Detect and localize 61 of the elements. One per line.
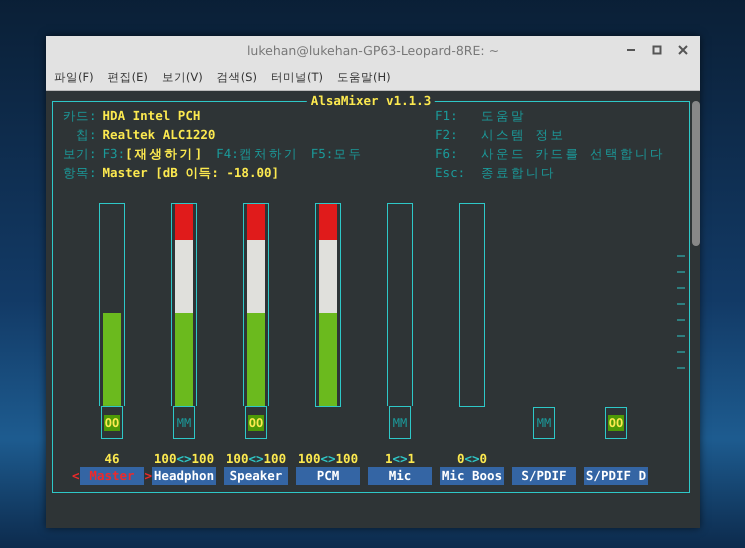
switch-state: OO [608, 415, 624, 431]
selection-mark: < [72, 467, 80, 485]
volume-meter[interactable] [459, 203, 485, 407]
volume-value: 46 [104, 451, 120, 466]
key-description: 도움말 [481, 108, 528, 125]
channel-label[interactable]: Speaker [224, 467, 288, 485]
volume-meter[interactable] [243, 203, 269, 406]
info-value: Master [dB 이득: -18.00] [102, 165, 280, 182]
switch-state: OO [248, 414, 264, 431]
view-option[interactable]: [재생하기] [125, 146, 204, 161]
switch-state: MM [392, 414, 408, 431]
channel-label[interactable]: PCM [296, 467, 360, 485]
window-title: lukehan@lukehan-GP63-Leopard-8RE: ~ [246, 42, 500, 58]
mute-switch[interactable]: MM [533, 407, 555, 439]
menu-item[interactable]: 검색(S) [216, 70, 257, 84]
volume-meter[interactable] [99, 203, 125, 406]
menu-item[interactable]: 편집(E) [108, 70, 148, 84]
scrollbar[interactable] [692, 101, 700, 246]
channel-label[interactable]: Mic [368, 467, 432, 485]
view-option[interactable]: 모두 [333, 146, 364, 161]
volume-meter[interactable] [171, 203, 197, 406]
key-hint: Esc: [435, 165, 466, 182]
channel-label[interactable]: Mic Boos [440, 467, 504, 485]
channel-label[interactable]: Headphon [152, 467, 216, 485]
volume-value: 1<>1 [384, 451, 416, 466]
selection-mark: > [144, 467, 152, 485]
function-key: F3: [102, 146, 126, 161]
volume-value: 0<>0 [456, 451, 488, 466]
volume-value: 100<>100 [226, 451, 286, 466]
maximize-icon[interactable] [652, 45, 662, 55]
key-description: 시스템 정보 [481, 127, 567, 144]
channel-label[interactable]: S/PDIF [512, 467, 576, 485]
volume-value: 100<>100 [298, 451, 358, 466]
volume-meter[interactable] [315, 203, 341, 407]
switch-state: OO [104, 414, 120, 431]
channel-label[interactable]: S/PDIF D [584, 467, 648, 485]
switch-state: MM [536, 415, 552, 431]
menu-item[interactable]: 도움말(H) [336, 70, 391, 84]
key-hint: F6: [435, 146, 458, 163]
menu-item[interactable]: 파일(F) [54, 70, 94, 84]
info-value: Realtek ALC1220 [102, 127, 216, 144]
mute-switch[interactable]: MM [389, 406, 411, 439]
key-hint: F1: [435, 108, 458, 125]
info-label: 카드: [63, 108, 97, 125]
info-label: 칩: [76, 127, 97, 144]
info-value: HDA Intel PCH [102, 108, 202, 125]
key-description: 종료합니다 [481, 165, 558, 182]
switch-state: MM [176, 414, 192, 431]
volume-meter[interactable] [387, 203, 413, 406]
info-label: 항목: [63, 165, 97, 182]
key-description: 사운드 카드를 선택합니다 [481, 146, 666, 163]
key-hint: F2: [435, 127, 458, 144]
menu-item[interactable]: 터미널(T) [270, 70, 323, 84]
function-key: F5: [310, 146, 334, 161]
mute-switch[interactable]: MM [173, 406, 195, 439]
menu-item[interactable]: 보기(V) [162, 70, 203, 84]
view-option[interactable]: 캡처하기 [238, 146, 299, 161]
function-key: F4: [216, 146, 239, 161]
close-icon[interactable] [678, 45, 688, 55]
info-label: 보기: [63, 146, 97, 163]
volume-value: 100<>100 [154, 451, 214, 466]
